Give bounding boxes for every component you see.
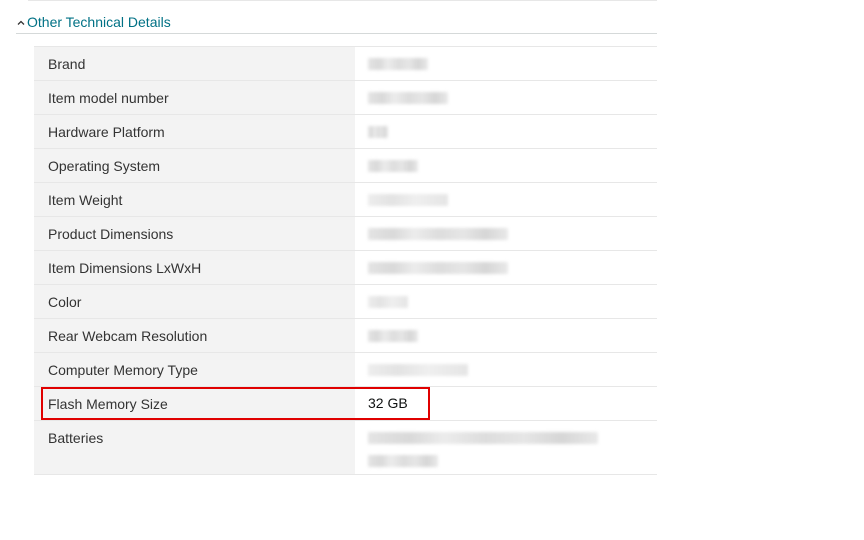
row-value-item-dimensions-lxwxh [355,250,657,285]
table-row: Operating System [34,148,657,183]
table-row: Product Dimensions [34,216,657,251]
row-label-rear-webcam-resolution: Rear Webcam Resolution [34,318,355,353]
row-label-product-dimensions: Product Dimensions [34,216,355,251]
row-label-item-model-number: Item model number [34,80,355,115]
divider [28,0,657,1]
table-row: Item model number [34,80,657,115]
row-label-item-dimensions-lxwxh: Item Dimensions LxWxH [34,250,355,285]
table-row: Batteries [34,420,657,475]
table-row: Hardware Platform [34,114,657,149]
row-value-batteries [355,420,657,475]
row-label-hardware-platform: Hardware Platform [34,114,355,149]
row-value-item-weight [355,182,657,217]
technical-details-table: Brand Item model number Hardware Platfor… [34,46,657,475]
table-row: Computer Memory Type [34,352,657,387]
table-row-flash-memory-size: Flash Memory Size 32 GB [34,386,657,421]
row-value-color [355,284,657,319]
other-technical-details-toggle[interactable]: Other Technical Details [16,13,171,31]
row-label-flash-memory-size: Flash Memory Size [34,386,355,421]
row-value-brand [355,46,657,81]
row-label-operating-system: Operating System [34,148,355,183]
table-row: Rear Webcam Resolution [34,318,657,353]
section-divider [16,33,657,34]
row-label-batteries: Batteries [34,420,355,475]
row-label-computer-memory-type: Computer Memory Type [34,352,355,387]
row-value-computer-memory-type [355,352,657,387]
row-value-flash-memory-size: 32 GB [355,386,657,421]
table-row: Brand [34,46,657,81]
table-row: Color [34,284,657,319]
row-label-item-weight: Item Weight [34,182,355,217]
table-row: Item Weight [34,182,657,217]
chevron-up-icon [16,15,26,25]
row-value-item-model-number [355,80,657,115]
product-details-page: Other Technical Details Brand Item model… [0,0,864,540]
table-row: Item Dimensions LxWxH [34,250,657,285]
row-value-operating-system [355,148,657,183]
row-label-color: Color [34,284,355,319]
row-value-product-dimensions [355,216,657,251]
row-value-hardware-platform [355,114,657,149]
row-label-brand: Brand [34,46,355,81]
row-value-rear-webcam-resolution [355,318,657,353]
section-title[interactable]: Other Technical Details [27,13,171,31]
